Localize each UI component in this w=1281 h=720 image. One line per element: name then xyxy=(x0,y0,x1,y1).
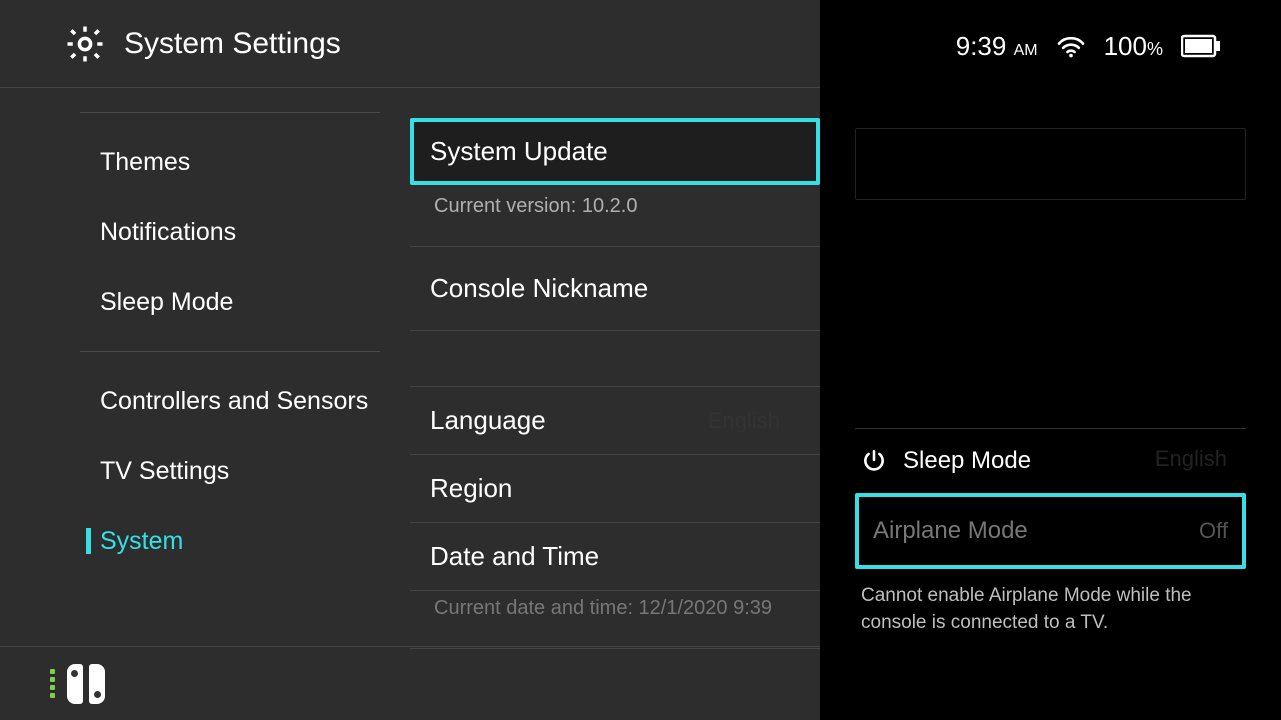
sidebar-item-label: TV Settings xyxy=(100,457,229,486)
sidebar-item-label: Controllers and Sensors xyxy=(100,387,368,416)
footer-left xyxy=(0,646,820,720)
quick-note: Cannot enable Airplane Mode while the co… xyxy=(855,569,1246,636)
wifi-icon xyxy=(1056,34,1086,58)
quick-airplane-mode[interactable]: Airplane Mode Off xyxy=(855,493,1246,569)
status-time: 9:39 AM xyxy=(956,31,1038,62)
setting-system-update[interactable]: System Update xyxy=(410,118,820,185)
sidebar-item-label: Sleep Mode xyxy=(100,288,233,317)
setting-date-time[interactable]: Date and Time xyxy=(410,523,820,591)
sidebar-item-label: amiibo xyxy=(100,88,174,92)
setting-language[interactable]: Language English xyxy=(410,387,820,455)
sidebar-item-label: Themes xyxy=(100,148,190,177)
sidebar-item-tv-settings[interactable]: TV Settings xyxy=(80,436,380,506)
header: System Settings xyxy=(0,0,820,88)
sidebar-item-system[interactable]: System xyxy=(80,506,380,576)
right-panel: 9:39 AM 100% xyxy=(820,0,1281,720)
setting-value: English xyxy=(708,408,780,434)
setting-label: Console Nickname xyxy=(430,273,648,303)
separator xyxy=(80,112,380,113)
setting-label: System Update xyxy=(430,136,608,166)
setting-label: Date and Time xyxy=(430,541,599,571)
sidebar-item-amiibo[interactable]: amiibo xyxy=(80,88,380,98)
quick-sleep-mode[interactable]: Sleep Mode xyxy=(855,433,1246,489)
gear-icon xyxy=(64,23,106,65)
sidebar-item-notifications[interactable]: Notifications xyxy=(80,197,380,267)
power-icon xyxy=(861,448,887,474)
sidebar-item-themes[interactable]: Themes xyxy=(80,127,380,197)
setting-system-update-sub: Current version: 10.2.0 xyxy=(410,185,820,247)
quick-item-label: Sleep Mode xyxy=(903,447,1031,475)
spacer xyxy=(410,331,820,387)
sidebar-item-controllers[interactable]: Controllers and Sensors xyxy=(80,366,380,436)
sidebar: amiibo Themes Notifications Sleep Mode C… xyxy=(0,88,410,720)
sidebar-item-label: Notifications xyxy=(100,218,236,247)
left-panel: System Settings amiibo Themes Notificati… xyxy=(0,0,820,720)
setting-console-nickname[interactable]: Console Nickname xyxy=(410,247,820,331)
page-title: System Settings xyxy=(124,27,341,61)
quick-item-label: Airplane Mode xyxy=(873,517,1028,545)
setting-label: Region xyxy=(430,473,512,503)
setting-date-time-sub: Current date and time: 12/1/2020 9:39 xyxy=(410,591,820,649)
battery-percent: 100% xyxy=(1104,31,1163,62)
controller-icon xyxy=(50,664,105,704)
separator xyxy=(80,351,380,352)
setting-label: Language xyxy=(430,405,546,435)
quick-item-value: Off xyxy=(1199,518,1228,544)
sidebar-item-sleep-mode[interactable]: Sleep Mode xyxy=(80,267,380,337)
separator xyxy=(855,428,1246,429)
sidebar-item-label: System xyxy=(100,527,183,556)
status-bar: 9:39 AM 100% xyxy=(820,0,1281,92)
quick-settings: English Sleep Mode Airplane Mode Off xyxy=(820,92,1281,720)
ghost-row xyxy=(855,128,1246,200)
battery-icon xyxy=(1181,34,1221,58)
setting-region[interactable]: Region xyxy=(410,455,820,523)
settings-content: System Update Current version: 10.2.0 Co… xyxy=(410,88,820,720)
